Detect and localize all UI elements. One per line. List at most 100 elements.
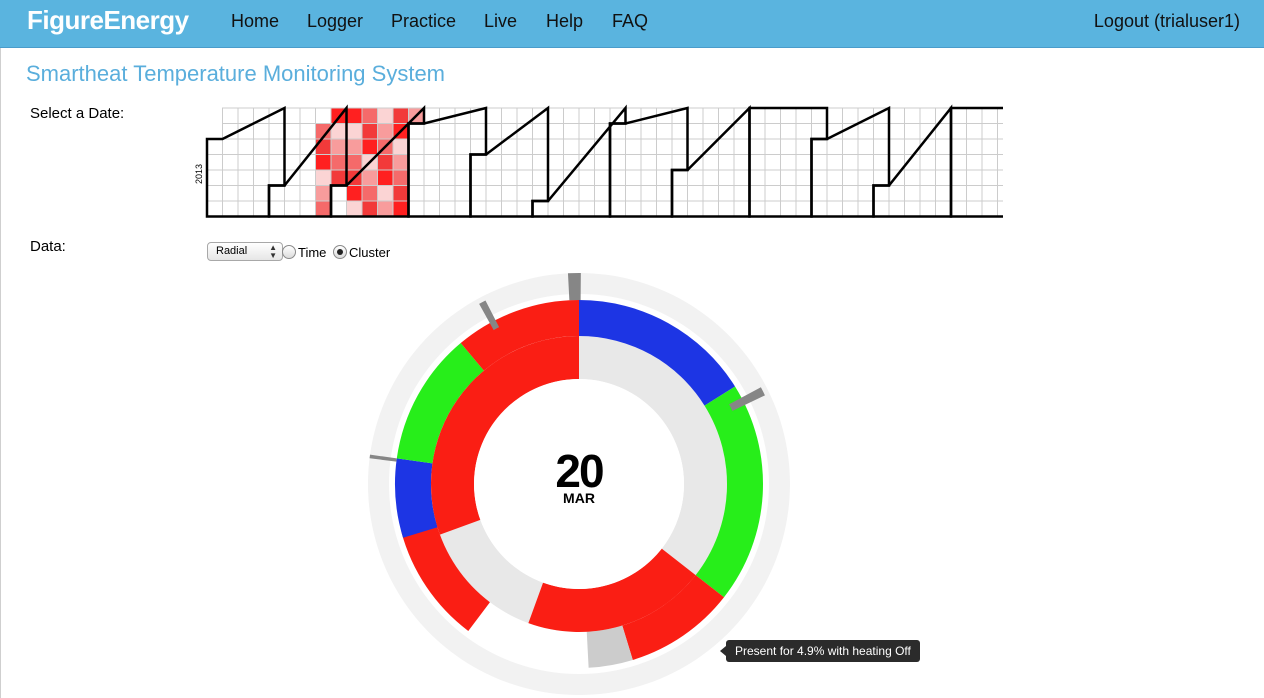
calendar-day-cell[interactable] (284, 185, 301, 202)
calendar-day-cell[interactable] (222, 185, 239, 202)
calendar-day-cell[interactable] (439, 138, 456, 155)
calendar-day-cell[interactable] (408, 123, 425, 140)
calendar-day-cell[interactable] (687, 169, 704, 186)
calendar-day-cell[interactable] (253, 185, 270, 202)
calendar-day-cell[interactable] (718, 200, 735, 217)
calendar-day-cell[interactable] (578, 169, 595, 186)
calendar-day-cell[interactable] (842, 138, 859, 155)
calendar-day-cell[interactable] (299, 107, 316, 124)
calendar-day-cell[interactable] (919, 185, 936, 202)
calendar-day-cell[interactable] (625, 169, 642, 186)
calendar-day-cell[interactable] (361, 138, 378, 155)
calendar-day-cell[interactable] (284, 107, 301, 124)
calendar-day-cell[interactable] (842, 107, 859, 124)
calendar-day-cell[interactable] (718, 138, 735, 155)
calendar-day-cell[interactable] (795, 138, 812, 155)
calendar-day-cell[interactable] (392, 185, 409, 202)
calendar-day-cell[interactable] (950, 200, 967, 217)
calendar-day-cell[interactable] (997, 185, 1004, 202)
calendar-day-cell[interactable] (439, 169, 456, 186)
calendar-day-cell[interactable] (594, 154, 611, 171)
calendar-day-cell[interactable] (857, 169, 874, 186)
calendar-day-cell[interactable] (981, 138, 998, 155)
calendar-day-cell[interactable] (408, 169, 425, 186)
calendar-day-cell[interactable] (470, 138, 487, 155)
calendar-day-cell[interactable] (904, 169, 921, 186)
calendar-day-cell[interactable] (842, 200, 859, 217)
calendar-day-cell[interactable] (439, 200, 456, 217)
calendar-day-cell[interactable] (361, 107, 378, 124)
calendar-day-cell[interactable] (470, 200, 487, 217)
calendar-day-cell[interactable] (315, 107, 332, 124)
calendar-day-cell[interactable] (516, 154, 533, 171)
calendar-day-cell[interactable] (826, 169, 843, 186)
calendar-day-cell[interactable] (811, 185, 828, 202)
calendar-day-cell[interactable] (749, 154, 766, 171)
calendar-day-cell[interactable] (547, 107, 564, 124)
calendar-day-cell[interactable] (609, 200, 626, 217)
calendar-day-cell[interactable] (377, 107, 394, 124)
calendar-day-cell[interactable] (237, 185, 254, 202)
calendar-day-cell[interactable] (485, 200, 502, 217)
calendar-day-cell[interactable] (842, 154, 859, 171)
calendar-day-cell[interactable] (563, 200, 580, 217)
calendar-day-cell[interactable] (950, 107, 967, 124)
calendar-day-cell[interactable] (268, 138, 285, 155)
calendar-day-cell[interactable] (795, 200, 812, 217)
calendar-day-cell[interactable] (563, 107, 580, 124)
calendar-day-cell[interactable] (966, 185, 983, 202)
calendar-day-cell[interactable] (625, 138, 642, 155)
calendar-day-cell[interactable] (222, 138, 239, 155)
calendar-day-cell[interactable] (563, 185, 580, 202)
calendar-day-cell[interactable] (392, 154, 409, 171)
nav-home[interactable]: Home (231, 11, 279, 32)
calendar-day-cell[interactable] (299, 123, 316, 140)
calendar-day-cell[interactable] (392, 169, 409, 186)
calendar-day-cell[interactable] (253, 169, 270, 186)
calendar-day-cell[interactable] (206, 185, 223, 202)
cluster-radio-label[interactable]: Cluster (349, 245, 390, 260)
calendar-day-cell[interactable] (222, 154, 239, 171)
calendar-day-cell[interactable] (950, 138, 967, 155)
calendar-day-cell[interactable] (361, 123, 378, 140)
calendar-day-cell[interactable] (981, 169, 998, 186)
calendar-day-cell[interactable] (764, 123, 781, 140)
calendar-day-cell[interactable] (454, 138, 471, 155)
calendar-day-cell[interactable] (656, 123, 673, 140)
calendar-day-cell[interactable] (733, 154, 750, 171)
calendar-day-cell[interactable] (795, 185, 812, 202)
calendar-day-cell[interactable] (702, 169, 719, 186)
calendar-day-cell[interactable] (346, 138, 363, 155)
calendar-day-cell[interactable] (795, 169, 812, 186)
calendar-day-cell[interactable] (361, 169, 378, 186)
calendar-day-cell[interactable] (780, 200, 797, 217)
calendar-day-cell[interactable] (268, 154, 285, 171)
calendar-day-cell[interactable] (408, 185, 425, 202)
calendar-day-cell[interactable] (594, 107, 611, 124)
calendar-day-cell[interactable] (470, 154, 487, 171)
calendar-day-cell[interactable] (377, 200, 394, 217)
calendar-day-cell[interactable] (330, 138, 347, 155)
calendar-day-cell[interactable] (702, 123, 719, 140)
calendar-day-cell[interactable] (671, 200, 688, 217)
calendar-day-cell[interactable] (966, 200, 983, 217)
calendar-day-cell[interactable] (609, 123, 626, 140)
calendar-day-cell[interactable] (609, 154, 626, 171)
calendar-day-cell[interactable] (284, 200, 301, 217)
calendar-day-cell[interactable] (966, 154, 983, 171)
calendar-day-cell[interactable] (609, 138, 626, 155)
calendar-day-cell[interactable] (733, 185, 750, 202)
calendar-day-cell[interactable] (981, 185, 998, 202)
calendar-day-cell[interactable] (578, 185, 595, 202)
calendar-day-cell[interactable] (640, 154, 657, 171)
calendar-day-cell[interactable] (857, 154, 874, 171)
calendar-day-cell[interactable] (671, 154, 688, 171)
calendar-day-cell[interactable] (718, 169, 735, 186)
calendar-day-cell[interactable] (454, 185, 471, 202)
calendar-day-cell[interactable] (873, 169, 890, 186)
calendar-day-cell[interactable] (749, 123, 766, 140)
calendar-day-cell[interactable] (981, 154, 998, 171)
calendar-day-cell[interactable] (532, 154, 549, 171)
cluster-radio[interactable] (333, 245, 347, 259)
calendar-day-cell[interactable] (253, 123, 270, 140)
